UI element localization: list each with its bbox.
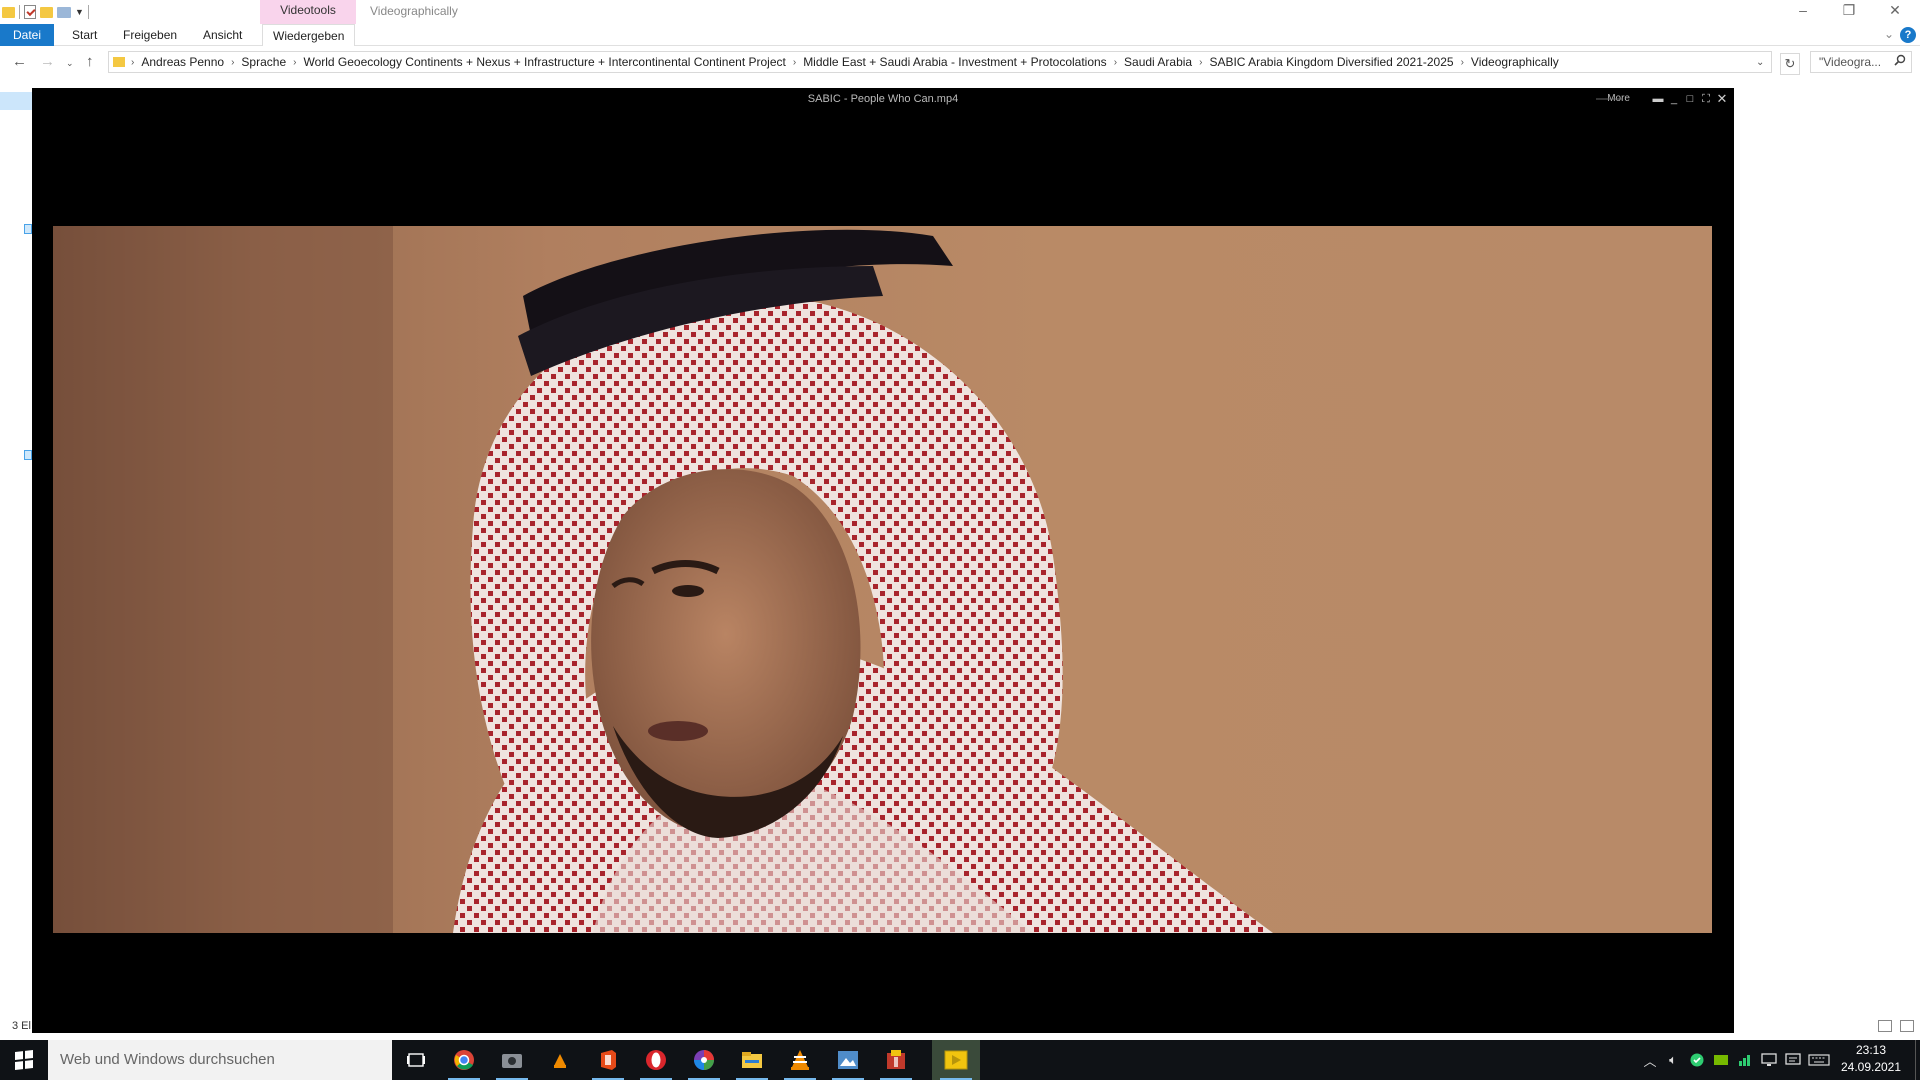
video-frame-image	[53, 226, 1273, 933]
address-row: ← → ⌄ ↑ › Andreas Penno › Sprache › Worl…	[0, 49, 1920, 77]
title-bar: ▼ Videotools Videographically – ❐ ✕	[0, 0, 1920, 24]
navigation-pane	[0, 88, 32, 1033]
clock-time: 23:13	[1855, 1043, 1887, 1057]
large-icons-view-icon[interactable]	[1900, 1020, 1914, 1032]
back-arrow-icon[interactable]: ←	[12, 53, 27, 70]
help-icon[interactable]: ?	[1900, 27, 1916, 43]
player-title: SABIC - People Who Can.mp4	[807, 93, 959, 105]
notifications-icon[interactable]	[1782, 1040, 1804, 1080]
player-maximize-icon[interactable]: □	[1682, 91, 1698, 107]
nav-item-icon[interactable]	[24, 224, 32, 234]
breadcrumb-item[interactable]: Middle East + Saudi Arabia - Investment …	[798, 55, 1112, 69]
breadcrumb-item[interactable]: Andreas Penno	[136, 55, 229, 69]
contextual-tab-videotools: Videotools	[260, 0, 356, 24]
tab-datei[interactable]: Datei	[0, 24, 54, 46]
ribbon-tabs: Datei Start Freigeben Ansicht Wiedergebe…	[0, 24, 1920, 46]
search-icon[interactable]	[1894, 54, 1906, 66]
recent-locations-chevron-icon[interactable]: ⌄	[66, 58, 74, 69]
video-frame[interactable]	[53, 226, 1712, 933]
pip-icon[interactable]: ▬	[1650, 91, 1666, 107]
quick-access-toolbar: ▼	[2, 2, 89, 22]
refresh-icon[interactable]: ↻	[1780, 53, 1800, 75]
player-close-icon[interactable]: ✕	[1714, 91, 1730, 107]
breadcrumb-item[interactable]: Sprache	[236, 55, 291, 69]
show-hidden-icons-chevron-icon[interactable]: ︿	[1640, 1040, 1660, 1080]
office-icon[interactable]	[584, 1040, 632, 1080]
system-clock[interactable]: 23:13 24.09.2021	[1834, 1042, 1908, 1076]
forward-arrow-icon[interactable]: →	[40, 53, 55, 70]
nav-item-selected[interactable]	[0, 92, 32, 110]
breadcrumb-item[interactable]: Saudi Arabia	[1119, 55, 1197, 69]
opera-icon[interactable]	[632, 1040, 680, 1080]
folder-icon[interactable]	[2, 6, 15, 18]
restore-button[interactable]: ❐	[1826, 0, 1872, 22]
volume-slider[interactable]	[1596, 88, 1622, 110]
chrome-icon[interactable]	[440, 1040, 488, 1080]
package-icon[interactable]	[872, 1040, 920, 1080]
nav-item-icon[interactable]	[24, 450, 32, 460]
windows-logo-icon	[15, 1050, 33, 1070]
minimize-button[interactable]: –	[1780, 0, 1826, 22]
close-window-button[interactable]: ✕	[1872, 0, 1918, 22]
vlc-icon[interactable]	[776, 1040, 824, 1080]
nvidia-icon[interactable]	[1710, 1040, 1732, 1080]
tab-freigeben[interactable]: Freigeben	[113, 24, 187, 46]
camera-app-icon[interactable]	[488, 1040, 536, 1080]
security-shield-icon[interactable]	[1686, 1040, 1708, 1080]
file-explorer-icon[interactable]	[728, 1040, 776, 1080]
up-arrow-icon[interactable]: ↑	[86, 53, 94, 70]
media-player-icon[interactable]	[932, 1040, 980, 1080]
taskbar: Web und Windows durchsuchen ︿ 🔈︎ 23:13 2…	[0, 1040, 1920, 1080]
breadcrumb-item[interactable]: SABIC Arabia Kingdom Diversified 2021-20…	[1204, 55, 1458, 69]
breadcrumb-item[interactable]: World Geoecology Continents + Nexus + In…	[298, 55, 790, 69]
window-title: Videographically	[370, 4, 458, 18]
volume-icon[interactable]: 🔈︎	[1662, 1040, 1684, 1080]
keyboard-icon[interactable]	[1806, 1040, 1832, 1080]
breadcrumb-separator-icon[interactable]: ›	[229, 57, 236, 68]
rename-icon[interactable]	[57, 6, 71, 18]
breadcrumb-separator-icon[interactable]: ›	[129, 57, 136, 68]
tab-wiedergeben[interactable]: Wiedergeben	[262, 24, 356, 46]
new-folder-icon[interactable]	[40, 6, 53, 18]
breadcrumb-separator-icon[interactable]: ›	[791, 57, 798, 68]
breadcrumb-item-current[interactable]: Videographically	[1466, 55, 1564, 69]
folder-icon	[113, 57, 125, 67]
customize-qat-chevron-icon[interactable]: ▼	[75, 7, 84, 17]
status-item-count: 3 El	[12, 1020, 31, 1032]
video-player-window[interactable]: SABIC - People Who Can.mp4 More ▬ _ □ ⛶ …	[32, 88, 1734, 1033]
breadcrumb-separator-icon[interactable]: ›	[1112, 57, 1119, 68]
tab-ansicht[interactable]: Ansicht	[193, 24, 252, 46]
tab-start[interactable]: Start	[62, 24, 107, 46]
breadcrumb-separator-icon[interactable]: ›	[1459, 57, 1466, 68]
player-minimize-icon[interactable]: _	[1666, 91, 1682, 107]
separator	[19, 5, 20, 19]
expand-ribbon-chevron-icon[interactable]: ⌄	[1884, 27, 1894, 41]
breadcrumb-separator-icon[interactable]: ›	[1197, 57, 1204, 68]
network-icon[interactable]	[1734, 1040, 1756, 1080]
start-button[interactable]	[0, 1040, 48, 1080]
details-view-icon[interactable]	[1878, 1020, 1892, 1032]
address-dropdown-chevron-icon[interactable]: ⌄	[1756, 57, 1764, 68]
separator	[87, 5, 89, 19]
fullscreen-icon[interactable]: ⛶	[1698, 91, 1714, 107]
picasa-icon[interactable]	[680, 1040, 728, 1080]
breadcrumb-separator-icon[interactable]: ›	[291, 57, 298, 68]
photo-viewer-icon[interactable]	[824, 1040, 872, 1080]
vlc-small-icon[interactable]	[536, 1040, 584, 1080]
display-icon[interactable]	[1758, 1040, 1780, 1080]
taskbar-search-input[interactable]: Web und Windows durchsuchen	[48, 1040, 392, 1080]
task-view-icon[interactable]	[392, 1040, 440, 1080]
view-toggle	[1878, 1020, 1914, 1032]
properties-icon[interactable]	[24, 5, 36, 19]
address-bar[interactable]: › Andreas Penno › Sprache › World Geoeco…	[108, 51, 1772, 73]
show-desktop-button[interactable]	[1915, 1040, 1920, 1080]
clock-date: 24.09.2021	[1840, 1060, 1902, 1074]
